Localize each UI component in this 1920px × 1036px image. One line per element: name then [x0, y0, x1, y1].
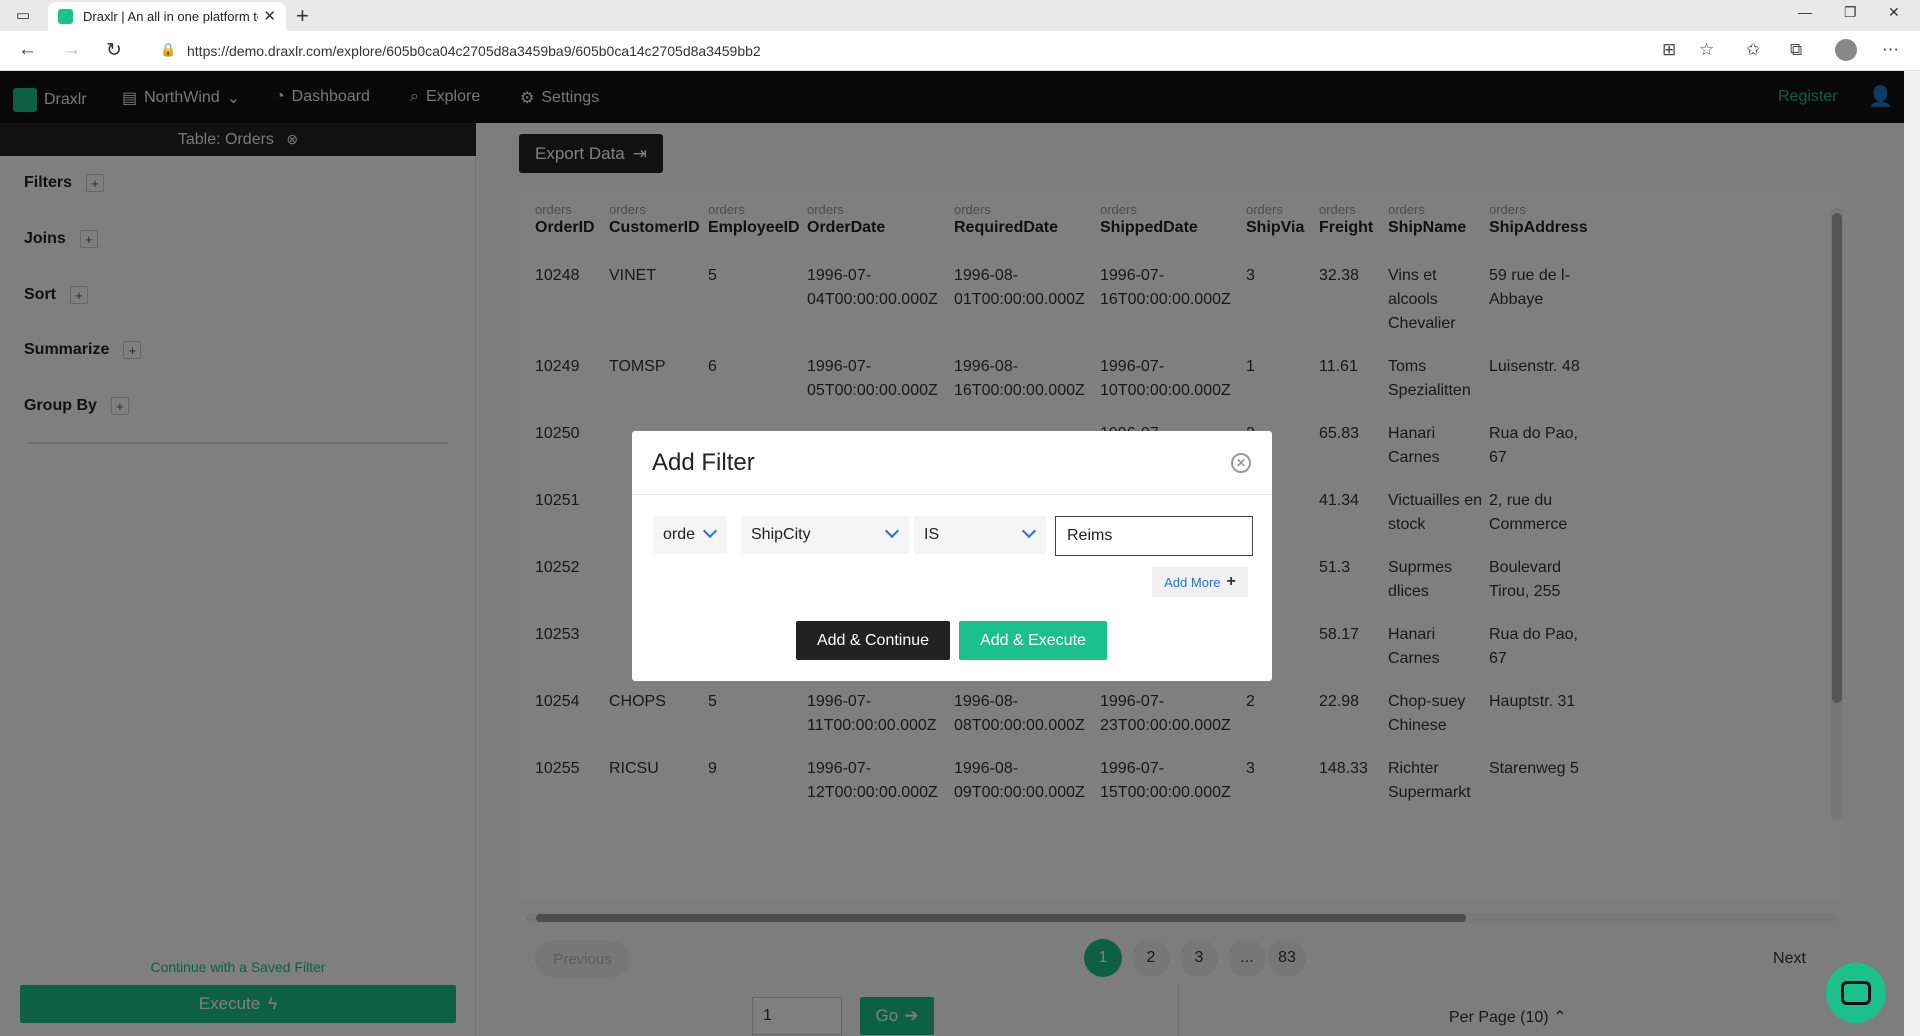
- chevron-down-icon: [1021, 523, 1037, 539]
- reload-icon[interactable]: ↻: [106, 39, 122, 62]
- chevron-down-icon: [702, 523, 718, 539]
- back-icon[interactable]: ←: [18, 39, 37, 61]
- chevron-down-icon: [884, 523, 900, 539]
- url-field[interactable]: https://demo.draxlr.com/explore/605b0ca0…: [187, 43, 761, 59]
- add-execute-button[interactable]: Add & Execute: [959, 621, 1107, 660]
- close-icon[interactable]: ✕: [1231, 453, 1251, 473]
- tab-actions-icon[interactable]: ▭: [16, 6, 30, 24]
- filter-value-input[interactable]: Reims: [1055, 516, 1253, 556]
- operator-select[interactable]: IS: [914, 516, 1046, 554]
- more-menu-icon[interactable]: ⋯: [1882, 40, 1899, 60]
- table-select-value: orde: [663, 526, 696, 543]
- add-more-label: Add More: [1164, 574, 1221, 590]
- address-bar: ← → ↻ 🔒 https://demo.draxlr.com/explore/…: [0, 31, 1920, 71]
- forward-icon[interactable]: →: [62, 39, 81, 61]
- new-tab-button[interactable]: +: [296, 3, 309, 29]
- operator-select-value: IS: [924, 526, 940, 543]
- tab-close-icon[interactable]: ✕: [263, 7, 276, 25]
- add-continue-button[interactable]: Add & Continue: [796, 621, 950, 660]
- collections-icon[interactable]: ⧉: [1790, 40, 1802, 60]
- modal-title: Add Filter: [652, 449, 755, 476]
- plus-icon: +: [1226, 573, 1236, 590]
- browser-tab[interactable]: Draxlr | An all in one platform to ✕: [48, 2, 286, 31]
- add-more-button[interactable]: Add More +: [1152, 567, 1248, 597]
- app-available-icon[interactable]: ⊞: [1662, 40, 1676, 60]
- column-select-value: ShipCity: [751, 526, 811, 543]
- table-select[interactable]: orde: [653, 516, 727, 554]
- favicon-icon: [58, 9, 73, 24]
- favorite-star-icon[interactable]: ☆: [1699, 40, 1714, 60]
- lock-icon[interactable]: 🔒: [160, 42, 176, 58]
- page-scrollbar[interactable]: [1904, 71, 1920, 1036]
- minimize-icon[interactable]: —: [1798, 4, 1812, 20]
- maximize-icon[interactable]: ❐: [1844, 4, 1857, 21]
- column-select[interactable]: ShipCity: [741, 516, 909, 554]
- modal-divider: [632, 494, 1272, 495]
- profile-avatar[interactable]: [1835, 39, 1857, 61]
- browser-tab-bar: ▭ Draxlr | An all in one platform to ✕ +…: [0, 0, 1920, 31]
- tab-title: Draxlr | An all in one platform to: [83, 9, 258, 24]
- add-filter-modal: Add Filter ✕ orde ShipCity IS Reims Add …: [632, 431, 1272, 681]
- favorites-icon[interactable]: ✩: [1746, 40, 1760, 60]
- chat-bubble-icon: [1841, 981, 1871, 1005]
- chat-widget-button[interactable]: [1826, 963, 1886, 1023]
- window-close-icon[interactable]: ✕: [1888, 4, 1900, 21]
